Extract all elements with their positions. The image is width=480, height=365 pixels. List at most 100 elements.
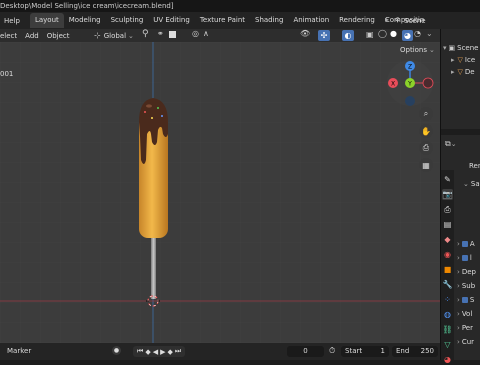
sprinkle xyxy=(157,107,159,109)
play-icon[interactable]: ▶ xyxy=(160,348,165,356)
stopwatch-icon[interactable]: ⏱ xyxy=(329,346,335,356)
world-tab-icon[interactable]: ◉ xyxy=(442,249,453,260)
expand-icon: ▾ xyxy=(443,43,447,52)
tab-modeling[interactable]: Modeling xyxy=(64,13,106,28)
checkbox-checked[interactable] xyxy=(461,241,468,247)
marker-menu[interactable]: Marker xyxy=(7,347,31,355)
object-icon: ▽ xyxy=(457,55,463,64)
options-label: Options xyxy=(400,45,428,54)
title-bar: Desktop\Model Selling\ice cream\icecream… xyxy=(0,0,480,12)
particles-tab-icon[interactable]: ⁘ xyxy=(442,294,453,305)
tab-rendering[interactable]: Rendering xyxy=(334,13,380,28)
proportional-edit-icon[interactable]: ◎ xyxy=(192,29,199,38)
navigation-gizmo[interactable]: Z X Y xyxy=(387,60,434,106)
options-dropdown[interactable]: Options ⌄ xyxy=(400,44,435,55)
render-tab-icon[interactable]: 📷 xyxy=(442,189,453,200)
tab-shading[interactable]: Shading xyxy=(250,13,288,28)
physics-tab-icon[interactable]: ◍ xyxy=(442,309,453,320)
pan-hand-icon[interactable]: ✋ xyxy=(419,124,433,138)
tab-uv-editing[interactable]: UV Editing xyxy=(148,13,195,28)
properties-row[interactable]: › l xyxy=(457,251,480,265)
jump-end-icon[interactable]: ⏭ xyxy=(175,347,181,356)
gizmo-neg-z-handle[interactable] xyxy=(405,96,415,106)
properties-row-label: l xyxy=(469,254,472,262)
scene-name: Scene xyxy=(404,16,426,25)
window-title: Desktop\Model Selling\ice cream\icecream… xyxy=(0,2,174,10)
snap-target-icon[interactable] xyxy=(169,31,176,38)
shading-options-icon[interactable]: ⌄ xyxy=(426,29,433,38)
xray-toggle-icon[interactable]: ▣ xyxy=(366,30,374,39)
pivot-point-icon[interactable]: ⚲ xyxy=(142,29,149,39)
outliner-row[interactable]: ▸ ▽ Ice xyxy=(451,54,475,65)
overlays-toggle-icon[interactable]: ◐ xyxy=(342,30,354,41)
data-tab-icon[interactable]: ▽ xyxy=(442,339,453,350)
transform-orientation-dropdown[interactable]: ⊹ Global ⌄ xyxy=(94,30,134,41)
object-icon: ▽ xyxy=(457,67,463,76)
menu-select[interactable]: elect xyxy=(0,32,21,40)
tab-layout[interactable]: Layout xyxy=(29,13,64,28)
section-label: Sam xyxy=(470,180,480,188)
record-icon[interactable]: ● xyxy=(112,346,121,355)
sprinkle xyxy=(161,115,163,117)
properties-row[interactable]: › Vol xyxy=(457,307,480,321)
floor-grid xyxy=(0,42,440,343)
output-tab-icon[interactable]: ⎙ xyxy=(442,204,453,215)
properties-section-header[interactable]: ⌄ Sam xyxy=(463,180,480,188)
shading-solid-icon[interactable]: ● xyxy=(390,29,397,38)
tool-tab-icon[interactable]: ✎ xyxy=(442,174,453,185)
gizmo-toggle-icon[interactable]: ✣ xyxy=(318,30,330,41)
outliner-panel: ▾ ▣ Scene ▸ ▽ Ice ▸ ▽ De xyxy=(441,29,480,129)
shading-material-icon[interactable]: ◕ xyxy=(402,30,413,41)
outliner-row[interactable]: ▸ ▽ De xyxy=(451,66,475,77)
outliner-scene-row[interactable]: ▾ ▣ Scene xyxy=(443,42,478,53)
expand-icon: › xyxy=(457,282,460,290)
properties-row[interactable]: › S xyxy=(457,293,480,307)
expand-icon: › xyxy=(457,338,460,346)
gizmo-neg-x-handle[interactable] xyxy=(422,77,434,89)
checkbox-checked[interactable] xyxy=(461,255,468,261)
shading-wireframe-icon[interactable]: ◯ xyxy=(378,29,387,38)
scene-tab-icon[interactable]: ◆ xyxy=(442,234,453,245)
properties-row[interactable]: › Dep xyxy=(457,265,480,279)
orientation-axes-icon: ⊹ xyxy=(94,31,101,40)
snap-icon[interactable]: ⚭ xyxy=(157,29,164,38)
modifier-tab-icon[interactable]: 🔧 xyxy=(442,279,453,290)
zoom-icon[interactable]: ⌕ xyxy=(419,107,433,121)
next-keyframe-icon[interactable]: ◆ xyxy=(167,348,172,356)
properties-row[interactable]: › Sub xyxy=(457,279,480,293)
tab-texture-paint[interactable]: Texture Paint xyxy=(195,13,250,28)
perspective-grid-icon[interactable]: ▦ xyxy=(419,158,433,172)
3d-viewport[interactable]: Z X Y 001 Options ⌄ ⌕ ✋ ⎙ ▦ xyxy=(0,42,440,343)
properties-row[interactable]: › Cur xyxy=(457,335,480,349)
scroll-tabs-right-icon[interactable]: ▸ xyxy=(385,15,389,24)
properties-tab-column: ✎ 📷 ⎙ ▤ ◆ ◉ ■ 🔧 ⁘ ◍ ⛓ ▽ ◕ xyxy=(441,170,454,364)
properties-row-label: Vol xyxy=(461,310,473,318)
prev-keyframe-icon[interactable]: ◆ xyxy=(145,348,150,356)
tab-animation[interactable]: Animation xyxy=(288,13,334,28)
popsicle-stick[interactable] xyxy=(151,235,156,299)
end-frame-field[interactable]: End 250 xyxy=(392,346,438,357)
properties-row[interactable]: › A xyxy=(457,237,480,251)
constraints-tab-icon[interactable]: ⛓ xyxy=(442,324,453,335)
current-frame-field[interactable]: 0 xyxy=(287,346,324,357)
tab-sculpting[interactable]: Sculpting xyxy=(106,13,149,28)
menu-object[interactable]: Object xyxy=(43,32,74,40)
properties-editor-type-dropdown[interactable]: ⧉ ⌄ xyxy=(445,139,457,149)
visibility-icon[interactable]: 👁 xyxy=(300,29,310,38)
jump-start-icon[interactable]: ⏮ xyxy=(137,347,143,356)
properties-row[interactable]: › Per xyxy=(457,321,480,335)
object-tab-icon[interactable]: ■ xyxy=(442,264,453,275)
scene-selector[interactable]: ⚘ Scene xyxy=(394,14,426,27)
properties-tab-label: Rend xyxy=(469,162,480,170)
scene-icon: ⚘ xyxy=(394,16,402,25)
menu-help[interactable]: Help xyxy=(0,17,24,25)
falloff-icon[interactable]: ∧ xyxy=(203,29,209,38)
view-layer-tab-icon[interactable]: ▤ xyxy=(442,219,453,230)
checkbox-checked[interactable] xyxy=(461,297,468,303)
play-reverse-icon[interactable]: ◀ xyxy=(153,348,158,356)
camera-icon[interactable]: ⎙ xyxy=(419,141,433,155)
menu-add[interactable]: Add xyxy=(21,32,43,40)
shading-rendered-icon[interactable]: ◔ xyxy=(414,29,421,38)
end-label: End xyxy=(396,347,410,355)
start-frame-field[interactable]: Start 1 xyxy=(341,346,389,357)
